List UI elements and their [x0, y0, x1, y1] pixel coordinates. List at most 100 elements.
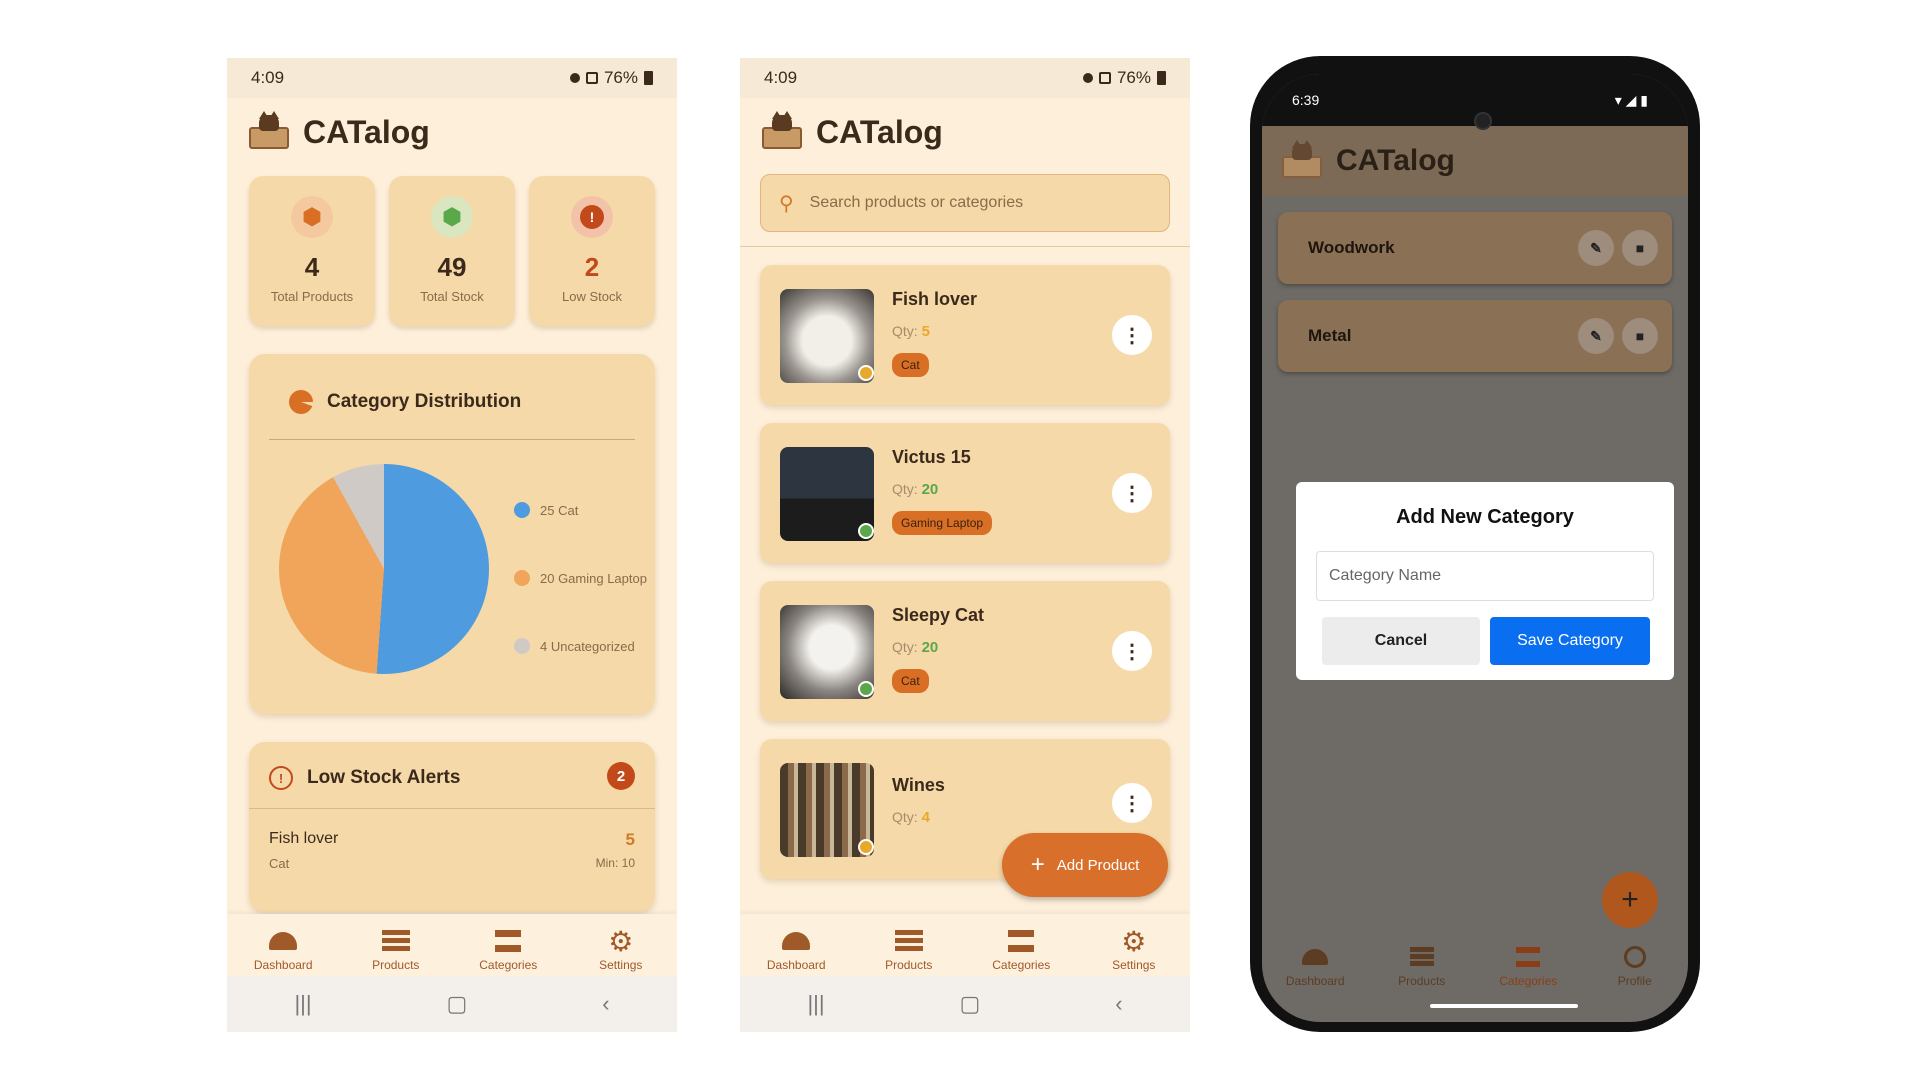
sitemap-icon	[1006, 928, 1036, 954]
wifi-icon	[585, 72, 598, 84]
nav-settings[interactable]: ⚙ Settings	[576, 926, 666, 973]
nav-products[interactable]: Products	[1377, 944, 1467, 988]
legend-dot	[514, 570, 530, 586]
sitemap-icon	[493, 928, 523, 954]
nav-categories[interactable]: Categories	[976, 928, 1066, 972]
qty-label: Qty:	[892, 323, 918, 339]
legend-item: 4 Uncategorized	[514, 612, 647, 680]
category-item[interactable]: Metal ✎ ■	[1278, 300, 1672, 372]
category-name-input[interactable]: Category Name	[1316, 551, 1654, 601]
nav-label: Profile	[1617, 974, 1652, 988]
category-name: Woodwork	[1308, 238, 1395, 257]
home-icon[interactable]: ▢	[447, 991, 468, 1017]
product-name: Wines	[892, 775, 945, 795]
pie-chart-icon	[289, 390, 313, 414]
dashboard-screen: 4:09 76% CATalog ⬢ 4 Total Products ⬢ 49…	[227, 58, 677, 1032]
gear-icon: ⚙	[1121, 925, 1147, 957]
nav-settings[interactable]: ⚙ Settings	[1089, 925, 1179, 973]
item-min: Min: 10	[595, 856, 635, 870]
user-circle-icon	[1620, 944, 1650, 970]
nav-label: Dashboard	[1285, 974, 1345, 988]
stats-row: ⬢ 4 Total Products ⬢ 49 Total Stock ! 2 …	[227, 166, 677, 326]
edit-icon[interactable]: ✎	[1578, 230, 1614, 266]
cancel-button[interactable]: Cancel	[1322, 617, 1480, 665]
nav-label: Categories	[479, 958, 538, 972]
list-icon	[381, 928, 411, 954]
product-card[interactable]: Sleepy Cat Qty: 20 Cat ⋮	[760, 581, 1170, 721]
nav-products[interactable]: Products	[351, 928, 441, 972]
cat-box-logo-icon	[760, 111, 804, 151]
stat-card-total-products[interactable]: ⬢ 4 Total Products	[249, 176, 375, 326]
low-stock-item[interactable]: Fish lover Cat 5 Min: 10	[269, 830, 635, 871]
divider	[740, 246, 1190, 247]
qty-value: 20	[921, 639, 939, 656]
nav-products[interactable]: Products	[864, 928, 954, 972]
search-input[interactable]: ⚲ Search products or categories	[760, 174, 1170, 232]
more-vert-icon[interactable]: ⋮	[1112, 315, 1152, 355]
stat-value: 2	[584, 252, 600, 282]
product-card[interactable]: Victus 15 Qty: 20 Gaming Laptop ⋮	[760, 423, 1170, 563]
recents-icon[interactable]: |||	[807, 991, 824, 1017]
qty-label: Qty:	[892, 481, 918, 497]
qty-label: Qty:	[892, 639, 918, 655]
dashboard-icon	[781, 928, 811, 954]
nav-dashboard[interactable]: Dashboard	[1270, 944, 1360, 988]
add-category-fab[interactable]: +	[1602, 872, 1658, 928]
stat-card-total-stock[interactable]: ⬢ 49 Total Stock	[389, 176, 515, 326]
input-placeholder: Category Name	[1329, 567, 1442, 584]
item-name: Fish lover	[269, 830, 339, 847]
more-vert-icon[interactable]: ⋮	[1112, 473, 1152, 513]
add-product-button[interactable]: + Add Product	[1002, 833, 1168, 897]
wifi-icon: ▾	[1614, 91, 1622, 108]
cat-box-logo-icon	[1280, 140, 1324, 180]
bottom-nav: Dashboard Products Categories ⚙ Settings	[227, 914, 677, 976]
products-screen: 4:09 76% CATalog ⚲ Search products or ca…	[740, 58, 1190, 1032]
wifi-icon	[1098, 72, 1111, 84]
stat-label: Total Products	[270, 289, 354, 304]
nav-profile[interactable]: Profile	[1590, 944, 1680, 988]
edit-icon[interactable]: ✎	[1578, 318, 1614, 354]
stock-status-dot	[858, 523, 874, 539]
nav-categories[interactable]: Categories	[1483, 944, 1573, 988]
recents-icon[interactable]: |||	[294, 991, 311, 1017]
status-time: 4:09	[764, 68, 798, 87]
category-tag: Gaming Laptop	[892, 511, 993, 535]
item-qty: 5	[625, 830, 635, 849]
alert-circle-icon: !	[269, 766, 293, 790]
home-icon[interactable]: ▢	[960, 991, 981, 1017]
dashboard-icon	[268, 928, 298, 954]
stat-label: Total Stock	[420, 289, 484, 304]
stock-status-dot	[858, 365, 874, 381]
save-category-button[interactable]: Save Category	[1490, 617, 1650, 665]
status-bar: 4:09 76%	[227, 58, 677, 98]
more-vert-icon[interactable]: ⋮	[1112, 631, 1152, 671]
legend-dot	[514, 502, 530, 518]
battery-icon: ▮	[1640, 91, 1648, 108]
more-vert-icon[interactable]: ⋮	[1112, 783, 1152, 823]
nav-dashboard[interactable]: Dashboard	[751, 928, 841, 972]
category-item[interactable]: Woodwork ✎ ■	[1278, 212, 1672, 284]
nav-label: Products	[885, 958, 933, 972]
nav-label: Categories	[1499, 974, 1558, 988]
nav-dashboard[interactable]: Dashboard	[238, 928, 328, 972]
nav-label: Settings	[1112, 958, 1156, 972]
box-icon: ⬢	[291, 196, 333, 238]
delete-icon[interactable]: ■	[1622, 318, 1658, 354]
add-product-label: Add Product	[1056, 856, 1140, 874]
status-icons: ▾ ◢ ▮	[1615, 92, 1648, 109]
card-title: Category Distribution	[327, 391, 522, 412]
product-card[interactable]: Fish lover Qty: 5 Cat ⋮	[760, 265, 1170, 405]
back-icon[interactable]: ‹	[602, 991, 609, 1017]
back-icon[interactable]: ‹	[1115, 991, 1122, 1017]
cat-box-logo-icon	[247, 111, 291, 151]
alarm-icon	[569, 73, 580, 83]
dashboard-icon	[1300, 944, 1330, 970]
delete-icon[interactable]: ■	[1622, 230, 1658, 266]
pie-legend: 25 Cat 20 Gaming Laptop 4 Uncategorized	[514, 476, 647, 680]
app-title: CATalog	[816, 113, 943, 150]
nav-categories[interactable]: Categories	[463, 928, 553, 972]
low-stock-count-badge: 2	[607, 762, 635, 790]
category-distribution-card: Category Distribution 25 Cat 20 Gaming L…	[249, 354, 655, 714]
battery-icon	[644, 71, 653, 85]
stat-card-low-stock[interactable]: ! 2 Low Stock	[529, 176, 655, 326]
